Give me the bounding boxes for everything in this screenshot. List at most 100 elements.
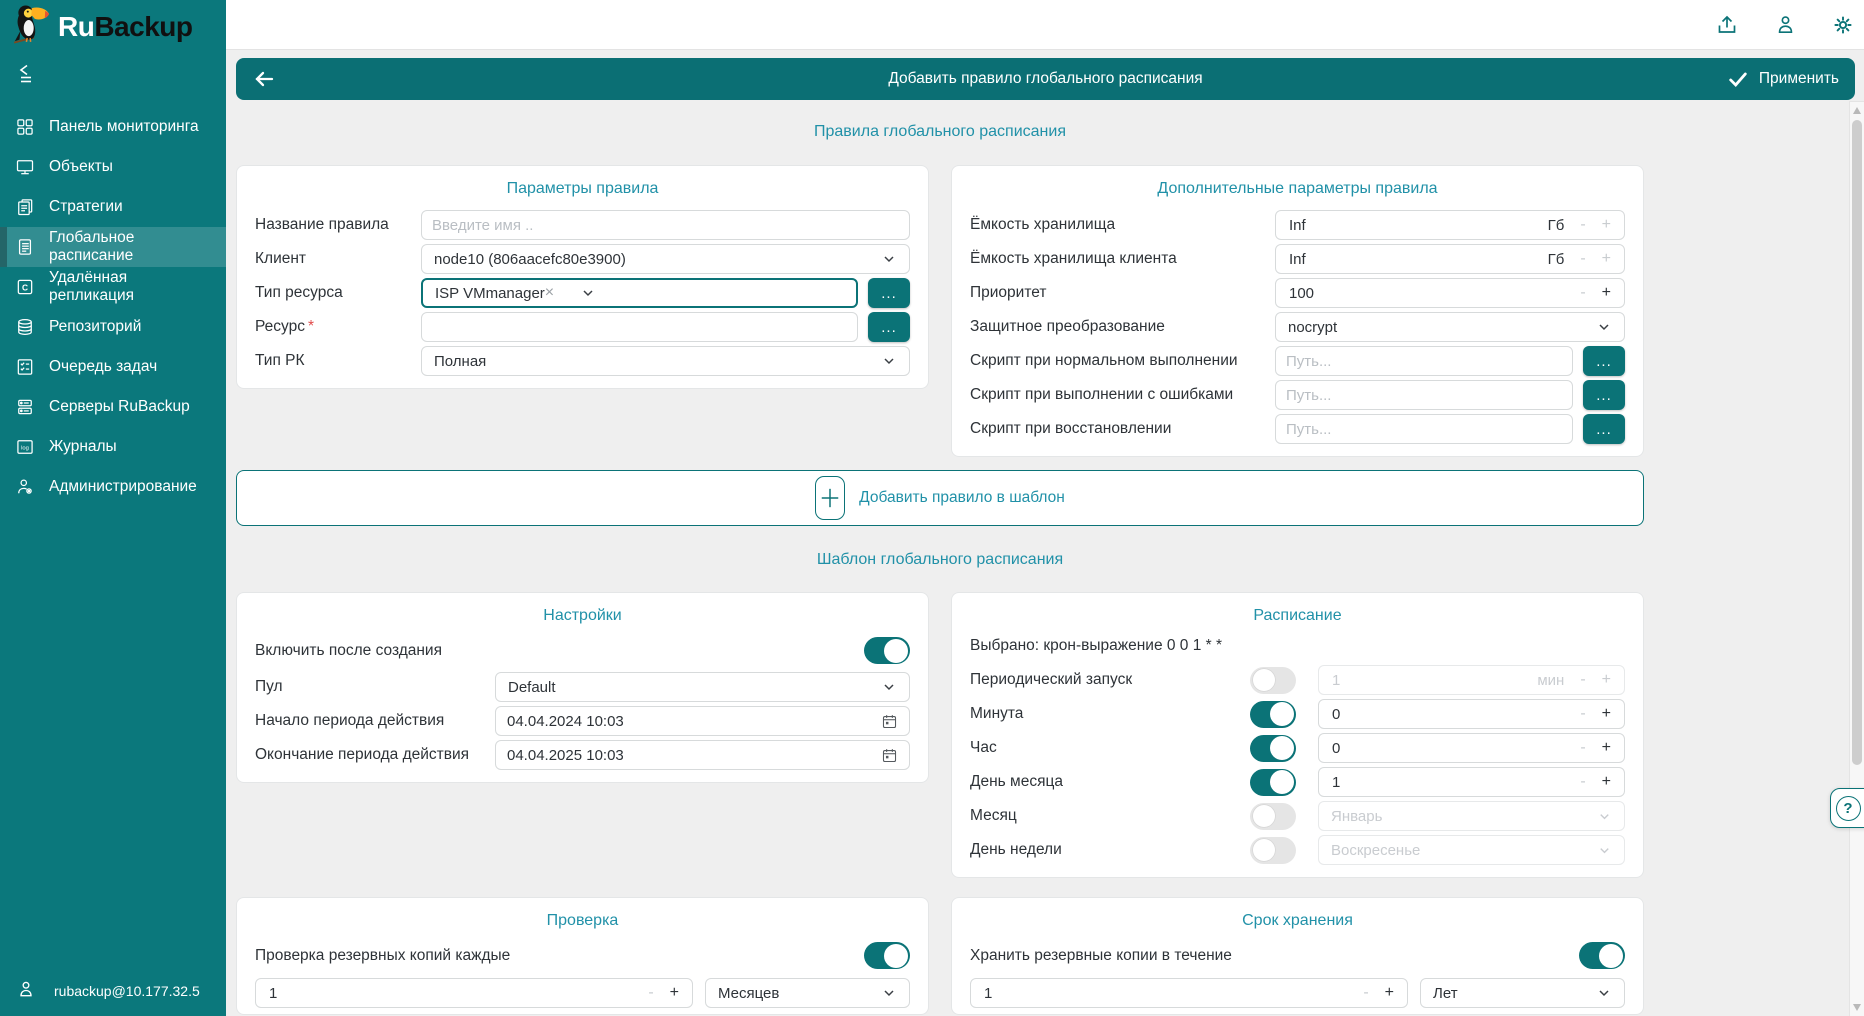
sidebar-item-remote-replication[interactable]: C Удалённая репликация <box>0 267 226 307</box>
admin-user-gear-icon <box>14 476 36 498</box>
chevron-down-icon <box>1596 985 1612 1001</box>
scroll-down-icon[interactable] <box>1853 1004 1861 1011</box>
increment-button[interactable]: + <box>670 985 679 1001</box>
check-unit-select[interactable]: Месяцев <box>705 978 910 1008</box>
increment-button[interactable]: + <box>1602 251 1611 267</box>
toggle-knob <box>1270 770 1294 794</box>
month-day-toggle[interactable] <box>1250 769 1296 796</box>
priority-input[interactable]: 100 - + <box>1275 278 1625 308</box>
chevron-down-icon <box>881 251 897 267</box>
task-list-icon <box>14 356 36 378</box>
extra-params-panel: Дополнительные параметры правила Ёмкость… <box>951 165 1644 457</box>
increment-button[interactable]: + <box>1602 706 1611 722</box>
period-start-input[interactable]: 04.04.2024 10:03 <box>495 706 910 736</box>
unit-label: Гб <box>1548 217 1565 234</box>
script-restore-more-button[interactable]: ... <box>1583 414 1625 444</box>
period-end-input[interactable]: 04.04.2025 10:03 <box>495 740 910 770</box>
decrement-button[interactable]: - <box>1580 251 1585 267</box>
decrement-button[interactable]: - <box>1580 285 1585 301</box>
sidebar-item-label: Глобальное расписание <box>49 229 212 265</box>
scrollbar-thumb[interactable] <box>1852 120 1862 765</box>
hour-input[interactable]: 0 - + <box>1318 733 1625 763</box>
decrement-button[interactable]: - <box>1580 774 1585 790</box>
hour-toggle[interactable] <box>1250 735 1296 762</box>
sidebar-item-global-schedule[interactable]: Глобальное расписание <box>0 227 226 267</box>
current-user[interactable]: rubackup@10.177.32.5 <box>0 979 226 1002</box>
minute-input[interactable]: 0 - + <box>1318 699 1625 729</box>
client-select[interactable]: node10 (806aacefc80e3900) <box>421 244 910 274</box>
minute-toggle[interactable] <box>1250 701 1296 728</box>
dashboard-icon <box>14 116 36 138</box>
enable-after-toggle[interactable] <box>864 637 910 664</box>
script-restore-input[interactable] <box>1275 414 1573 444</box>
periodic-run-toggle[interactable] <box>1250 667 1296 694</box>
script-normal-input[interactable] <box>1275 346 1573 376</box>
sidebar-item-servers[interactable]: Серверы RuBackup <box>0 387 226 427</box>
rule-name-input[interactable] <box>421 210 910 240</box>
add-rule-to-template-button[interactable]: Добавить правило в шаблон <box>236 470 1644 526</box>
capacity-input[interactable]: Inf Гб - + <box>1275 210 1625 240</box>
toggle-knob <box>884 944 908 968</box>
client-label: Клиент <box>255 250 421 268</box>
script-error-label: Скрипт при выполнении с ошибками <box>970 386 1275 404</box>
clear-icon[interactable]: × <box>545 285 554 301</box>
increment-button[interactable]: + <box>1602 285 1611 301</box>
sidebar-collapse-button[interactable] <box>0 48 50 89</box>
calendar-icon[interactable] <box>881 747 898 764</box>
retention-toggle[interactable] <box>1579 942 1625 969</box>
decrement-button[interactable]: - <box>648 985 653 1001</box>
account-icon[interactable] <box>1772 12 1798 38</box>
check-icon <box>1727 68 1749 90</box>
month-toggle[interactable] <box>1250 803 1296 830</box>
increment-button[interactable]: + <box>1385 985 1394 1001</box>
script-restore-label: Скрипт при восстановлении <box>970 420 1275 438</box>
resource-type-more-button[interactable]: ... <box>868 278 910 308</box>
script-error-input[interactable] <box>1275 380 1573 410</box>
calendar-icon[interactable] <box>881 713 898 730</box>
minute-label: Минута <box>970 705 1250 723</box>
required-asterisk: * <box>308 318 314 335</box>
upload-icon[interactable] <box>1714 12 1740 38</box>
decrement-button[interactable]: - <box>1580 740 1585 756</box>
scroll-up-icon[interactable] <box>1853 107 1861 114</box>
script-error-more-button[interactable]: ... <box>1583 380 1625 410</box>
sidebar-item-monitoring[interactable]: Панель мониторинга <box>0 107 226 147</box>
retention-interval-input[interactable]: 1 - + <box>970 978 1408 1008</box>
resource-input[interactable] <box>421 312 858 342</box>
sidebar-item-strategies[interactable]: Стратегии <box>0 187 226 227</box>
sidebar-item-administration[interactable]: Администрирование <box>0 467 226 507</box>
resource-more-button[interactable]: ... <box>868 312 910 342</box>
pool-select[interactable]: Default <box>495 672 910 702</box>
svg-text:C: C <box>22 282 28 292</box>
resource-type-combobox[interactable]: ISP VMmanager × <box>421 278 858 308</box>
toggle-knob <box>1252 838 1276 862</box>
toggle-knob <box>1599 944 1623 968</box>
chevron-down-icon <box>881 679 897 695</box>
back-button[interactable] <box>252 67 284 91</box>
transform-select[interactable]: nocrypt <box>1275 312 1625 342</box>
settings-gear-icon[interactable] <box>1830 12 1856 38</box>
script-normal-label: Скрипт при нормальном выполнении <box>970 352 1275 370</box>
sidebar-item-objects[interactable]: Объекты <box>0 147 226 187</box>
apply-button[interactable]: Применить <box>1727 68 1839 90</box>
decrement-button[interactable]: - <box>1363 985 1368 1001</box>
backup-type-select[interactable]: Полная <box>421 346 910 376</box>
week-day-toggle[interactable] <box>1250 837 1296 864</box>
increment-button[interactable]: + <box>1602 217 1611 233</box>
retention-unit-select[interactable]: Лет <box>1420 978 1625 1008</box>
script-normal-more-button[interactable]: ... <box>1583 346 1625 376</box>
documents-icon <box>14 196 36 218</box>
increment-button[interactable]: + <box>1602 774 1611 790</box>
check-toggle[interactable] <box>864 942 910 969</box>
check-interval-input[interactable]: 1 - + <box>255 978 693 1008</box>
month-day-input[interactable]: 1 - + <box>1318 767 1625 797</box>
client-capacity-input[interactable]: Inf Гб - + <box>1275 244 1625 274</box>
decrement-button[interactable]: - <box>1580 217 1585 233</box>
decrement-button[interactable]: - <box>1580 706 1585 722</box>
sidebar-item-task-queue[interactable]: Очередь задач <box>0 347 226 387</box>
increment-button[interactable]: + <box>1602 740 1611 756</box>
sidebar-item-repository[interactable]: Репозиторий <box>0 307 226 347</box>
help-button[interactable]: ? <box>1830 788 1864 828</box>
vertical-scrollbar[interactable] <box>1849 101 1864 1016</box>
sidebar-item-logs[interactable]: log Журналы <box>0 427 226 467</box>
